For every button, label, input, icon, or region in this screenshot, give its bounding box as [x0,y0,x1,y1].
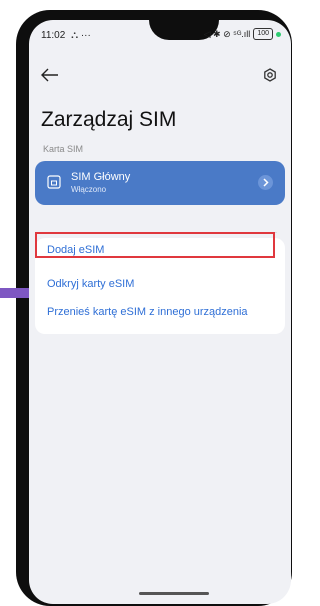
transfer-esim-item[interactable]: Przenieś kartę eSIM z innego urządzenia [41,300,248,324]
discover-esim-item[interactable]: Odkryj karty eSIM [41,272,134,296]
status-extra: ⛬ ··· [71,30,91,41]
chevron-right-icon[interactable] [258,175,273,190]
privacy-dot-icon [276,31,281,37]
selection-highlight [35,232,275,258]
screen: 11:02 ⛬ ··· ◁ ✱ ⊘ ⁵ᴳ.ıll 100 Zarządzaj S… [29,20,291,604]
status-icons: ◁ ✱ ⊘ ⁵ᴳ.ıll 100 [204,28,281,40]
back-arrow-icon[interactable] [41,68,59,87]
sim-card-icon [47,175,61,194]
signal-icons: ◁ ✱ ⊘ ⁵ᴳ.ıll [203,28,251,39]
sim-name: SIM Główny [71,171,131,183]
page-title: Zarządzaj SIM [41,108,177,131]
clock: 11:02 [41,30,66,41]
home-indicator[interactable] [139,592,209,595]
sim-card[interactable]: SIM Główny Włączono [35,161,285,205]
status-time: 11:02 ⛬ ··· [41,30,91,41]
section-label: Karta SIM [43,144,84,154]
settings-icon[interactable] [263,68,277,87]
battery-icon: 100 [253,28,273,40]
background-bar [0,288,31,298]
sim-status: Włączono [71,185,107,194]
